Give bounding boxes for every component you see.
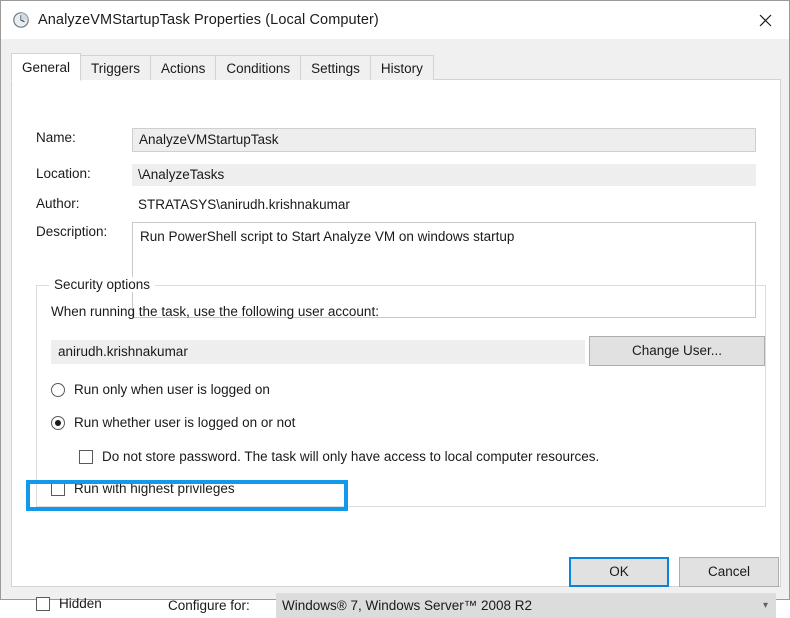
author-label: Author: [36, 196, 80, 211]
description-label: Description: [36, 224, 108, 239]
user-account-field: anirudh.krishnakumar [51, 340, 585, 364]
title-bar: AnalyzeVMStartupTask Properties (Local C… [1, 1, 789, 39]
general-tab-panel: Name: AnalyzeVMStartupTask Location: \An… [11, 79, 781, 618]
security-options-legend: Security options [49, 277, 156, 292]
radio-run-only-when-logged-on-label: Run only when user is logged on [74, 382, 270, 397]
dialog-client-area: General Triggers Actions Conditions Sett… [1, 39, 789, 618]
radio-run-whether-logged-on[interactable] [51, 415, 65, 430]
checkbox-do-not-store-password[interactable] [79, 449, 93, 464]
radio-row-logged-on[interactable]: Run only when user is logged on [51, 382, 270, 397]
configure-for-label: Configure for: [168, 598, 250, 613]
radio-run-only-when-logged-on[interactable] [51, 382, 65, 397]
location-label: Location: [36, 166, 91, 181]
location-field: \AnalyzeTasks [132, 164, 756, 186]
security-options-group: Security options When running the task, … [36, 277, 766, 507]
configure-for-dropdown[interactable]: Windows® 7, Windows Server™ 2008 R2 ▾ [276, 593, 776, 618]
checkbox-row-no-store-password[interactable]: Do not store password. The task will onl… [79, 449, 599, 464]
close-button[interactable] [742, 1, 789, 39]
location-row: Location: \AnalyzeTasks [36, 164, 756, 186]
user-account-prompt: When running the task, use the following… [51, 304, 379, 319]
ok-button[interactable]: OK [569, 557, 669, 587]
name-row: Name: AnalyzeVMStartupTask [36, 128, 756, 152]
dialog-button-bar: OK Cancel [569, 557, 779, 587]
tab-strip: General Triggers Actions Conditions Sett… [11, 52, 434, 81]
checkbox-hidden[interactable] [36, 596, 50, 611]
tab-actions[interactable]: Actions [150, 55, 217, 80]
cancel-button[interactable]: Cancel [679, 557, 779, 587]
close-icon [759, 14, 772, 27]
tab-conditions[interactable]: Conditions [215, 55, 302, 80]
checkbox-run-with-highest-privileges-label: Run with highest privileges [74, 481, 235, 496]
author-row: Author: STRATASYS\anirudh.krishnakumar [36, 194, 756, 216]
author-field: STRATASYS\anirudh.krishnakumar [138, 197, 350, 212]
radio-run-whether-logged-on-label: Run whether user is logged on or not [74, 415, 296, 430]
configure-for-value: Windows® 7, Windows Server™ 2008 R2 [282, 598, 533, 613]
name-field[interactable]: AnalyzeVMStartupTask [132, 128, 756, 152]
name-label: Name: [36, 130, 76, 145]
tab-general[interactable]: General [11, 53, 82, 81]
checkbox-run-with-highest-privileges[interactable] [51, 481, 65, 496]
task-properties-dialog: AnalyzeVMStartupTask Properties (Local C… [0, 0, 790, 618]
clock-icon [12, 11, 30, 29]
chevron-down-icon: ▾ [762, 600, 768, 611]
tab-settings[interactable]: Settings [300, 55, 371, 80]
tab-triggers[interactable]: Triggers [80, 55, 152, 80]
checkbox-do-not-store-password-label: Do not store password. The task will onl… [102, 449, 600, 464]
checkbox-hidden-label: Hidden [59, 596, 102, 611]
hidden-checkbox-row[interactable]: Hidden [36, 596, 102, 611]
checkbox-row-highest-privileges[interactable]: Run with highest privileges [51, 481, 235, 496]
change-user-button[interactable]: Change User... [589, 336, 765, 366]
window-title: AnalyzeVMStartupTask Properties (Local C… [38, 12, 379, 28]
radio-row-whether-logged-on[interactable]: Run whether user is logged on or not [51, 415, 295, 430]
tab-history[interactable]: History [369, 55, 434, 80]
